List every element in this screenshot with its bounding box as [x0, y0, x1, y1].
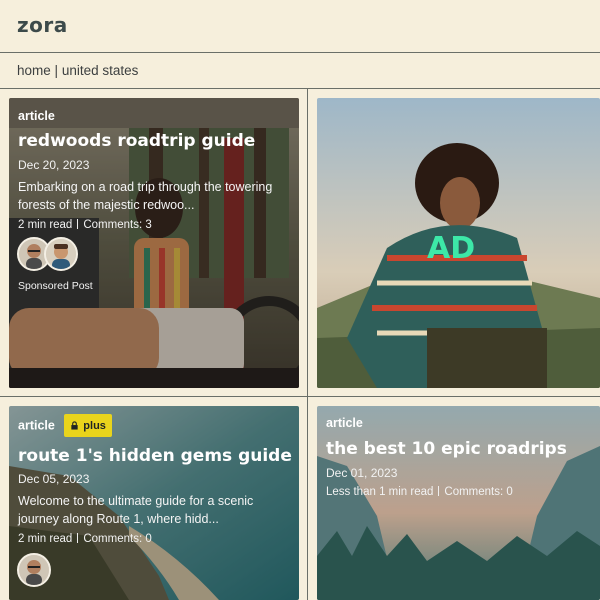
- card-meta: 2 min read Comments: 3: [18, 219, 152, 231]
- read-time: 2 min read: [18, 533, 73, 545]
- breadcrumb: home | united states: [0, 53, 600, 89]
- card-meta: 2 min read Comments: 0: [18, 533, 152, 545]
- card-excerpt: Embarking on a road trip through the tow…: [18, 180, 273, 212]
- top-bar: zora: [0, 0, 600, 53]
- read-time: Less than 1 min read: [326, 486, 434, 498]
- avatar[interactable]: [17, 553, 51, 587]
- article-card-route1[interactable]: article plus route 1's hidden gems guide…: [9, 406, 299, 600]
- card-kind: article: [326, 416, 363, 430]
- card-date: Dec 05, 2023: [18, 472, 90, 486]
- author-avatars: [17, 237, 78, 271]
- comments-count[interactable]: Comments: 0: [444, 486, 512, 498]
- card-kind: article: [18, 418, 55, 433]
- card-excerpt: Welcome to the ultimate guide for a scen…: [18, 494, 254, 526]
- read-time: 2 min read: [18, 219, 73, 231]
- breadcrumb-current[interactable]: united states: [62, 63, 139, 78]
- site-logo[interactable]: zora: [17, 13, 68, 37]
- comments-count[interactable]: Comments: 0: [83, 533, 151, 545]
- breadcrumb-separator: |: [54, 63, 59, 78]
- comments-count[interactable]: Comments: 3: [83, 219, 151, 231]
- lock-icon: [71, 421, 78, 430]
- card-date: Dec 01, 2023: [326, 466, 398, 480]
- article-card-epic-roadtrips[interactable]: article the best 10 epic roadrips Dec 01…: [317, 406, 600, 600]
- plus-badge: plus: [64, 414, 112, 437]
- sponsored-label: Sponsored Post: [18, 280, 93, 292]
- ad-label: AD: [427, 231, 476, 266]
- card-title[interactable]: route 1's hidden gems guide: [18, 446, 292, 466]
- card-meta: Less than 1 min read Comments: 0: [326, 486, 513, 498]
- author-avatars: [17, 553, 51, 587]
- card-date: Dec 20, 2023: [18, 158, 90, 172]
- card-title[interactable]: redwoods roadtrip guide: [18, 131, 255, 151]
- grid-divider-vertical: [307, 89, 308, 600]
- card-title[interactable]: the best 10 epic roadrips: [326, 439, 567, 459]
- avatar[interactable]: [44, 237, 78, 271]
- article-card-redwoods[interactable]: article redwoods roadtrip guide Dec 20, …: [9, 98, 299, 388]
- ad-card[interactable]: AD: [317, 98, 600, 388]
- breadcrumb-home-link[interactable]: home: [17, 63, 51, 78]
- card-kind: article: [18, 109, 55, 123]
- grid-divider-horizontal: [0, 396, 600, 397]
